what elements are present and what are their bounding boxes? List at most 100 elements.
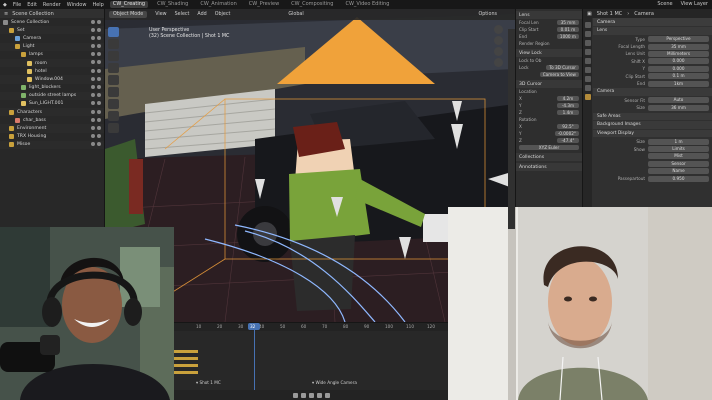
camera-view-icon[interactable]: [494, 47, 503, 56]
viewport-options-button[interactable]: Options: [478, 12, 497, 17]
lock-to-object-row[interactable]: Lock to Ob: [516, 57, 582, 64]
property-row[interactable]: Passepartout 0.950: [593, 175, 712, 182]
keyframe-track[interactable]: [174, 370, 448, 375]
rotate-tool-icon[interactable]: [108, 63, 119, 73]
zoom-icon[interactable]: [494, 25, 503, 34]
view-layer-tab-icon[interactable]: [584, 49, 591, 55]
eye-icon[interactable]: [91, 76, 95, 81]
camera-render-icon[interactable]: [97, 19, 101, 24]
add-menu[interactable]: Add: [197, 12, 206, 17]
camera-render-icon[interactable]: [97, 93, 101, 98]
menu-file[interactable]: File: [13, 2, 21, 8]
property-value[interactable]: 1km: [648, 80, 709, 87]
outliner-filter-icon[interactable]: ≡: [4, 11, 8, 17]
location-z-row[interactable]: Z 1.4m: [516, 109, 582, 116]
property-value[interactable]: Name: [648, 168, 709, 175]
eye-icon[interactable]: [91, 19, 95, 24]
frame-ruler[interactable]: 10 20 30 40 50 60 70 80 90 100 110 120: [174, 323, 448, 331]
timeline-editor[interactable]: 10 20 30 40 50 60 70 80 90 100 110 120 32 ▾ Shot 1 …: [174, 322, 448, 400]
eye-icon[interactable]: [91, 142, 95, 147]
workspace-tab-video-editing[interactable]: CW_Video Editing: [342, 1, 392, 8]
outliner-item[interactable]: hotel: [0, 67, 104, 75]
clip-start-row[interactable]: Clip Start 0.01 m: [516, 26, 582, 33]
scale-tool-icon[interactable]: [108, 75, 119, 85]
property-value[interactable]: Limits: [648, 146, 709, 153]
property-value[interactable]: 0.000: [648, 58, 709, 65]
select-tool-icon[interactable]: [108, 27, 119, 37]
eye-icon[interactable]: [91, 125, 95, 130]
camera-data-tab-icon[interactable]: [584, 94, 591, 100]
background-images-panel-header[interactable]: Background Images: [593, 121, 712, 129]
rotation-x-row[interactable]: X 92.5°: [516, 123, 582, 130]
outliner-item[interactable]: Light: [0, 42, 104, 51]
playhead[interactable]: [248, 323, 260, 400]
camera-render-icon[interactable]: [97, 35, 101, 40]
render-region-checkbox[interactable]: Render Region: [516, 40, 582, 47]
eye-icon[interactable]: [91, 109, 95, 114]
menu-render[interactable]: Render: [43, 2, 61, 8]
world-tab-icon[interactable]: [584, 67, 591, 73]
camera-render-icon[interactable]: [97, 52, 101, 57]
outliner-item[interactable]: char_bass: [0, 116, 104, 124]
workspace-tab-creating[interactable]: CW_Creating: [109, 1, 149, 8]
property-value[interactable]: Millimeters: [648, 50, 709, 57]
collections-section[interactable]: Collections: [516, 153, 582, 161]
outliner-item[interactable]: Scene Collection: [0, 18, 104, 26]
rotation-mode-dropdown[interactable]: XYZ Euler: [516, 144, 582, 151]
eye-icon[interactable]: [91, 52, 95, 57]
camera-render-icon[interactable]: [97, 125, 101, 130]
annotate-tool-icon[interactable]: [108, 99, 119, 109]
menu-help[interactable]: Help: [92, 2, 103, 8]
property-row[interactable]: Sensor: [593, 160, 712, 167]
camera-datablock-field[interactable]: Camera: [593, 18, 712, 26]
property-value[interactable]: Sensor: [648, 160, 709, 167]
property-value[interactable]: 0.1 m: [648, 73, 709, 80]
camera-render-icon[interactable]: [97, 60, 101, 65]
property-value[interactable]: 35 mm: [648, 43, 709, 50]
keyframe-track[interactable]: [174, 349, 448, 354]
eye-icon[interactable]: [91, 44, 95, 49]
pan-hand-icon[interactable]: [494, 36, 503, 45]
outliner-item[interactable]: light_blockers: [0, 84, 104, 92]
move-tool-icon[interactable]: [108, 51, 119, 61]
property-value[interactable]: 1 m: [648, 138, 709, 145]
annotations-section[interactable]: Annotations: [516, 163, 582, 171]
outliner-item[interactable]: Misoe: [0, 140, 104, 149]
sidebar-tabs[interactable]: [508, 29, 515, 229]
outliner-item[interactable]: Characters: [0, 108, 104, 117]
eye-icon[interactable]: [91, 68, 95, 73]
lock-to-cursor-row[interactable]: Lock To 3D Cursor: [516, 64, 582, 71]
camera-render-icon[interactable]: [97, 68, 101, 73]
select-menu[interactable]: Select: [175, 12, 190, 17]
property-row[interactable]: Mist: [593, 153, 712, 160]
timeline-marker-wide-angle[interactable]: ▾ Wide Angle Camera: [312, 380, 357, 385]
cursor-tool-icon[interactable]: [108, 39, 119, 49]
step-back-icon[interactable]: [300, 392, 306, 398]
property-row[interactable]: Type Perspective: [593, 36, 712, 43]
camera-render-icon[interactable]: [97, 142, 101, 147]
render-tab-icon[interactable]: [584, 31, 591, 37]
jump-end-icon[interactable]: [324, 392, 330, 398]
camera-render-icon[interactable]: [97, 27, 101, 32]
property-value[interactable]: 36 mm: [648, 104, 709, 111]
outliner-item[interactable]: lamps: [0, 51, 104, 59]
eye-icon[interactable]: [91, 93, 95, 98]
property-value[interactable]: 0.000: [648, 65, 709, 72]
play-icon[interactable]: [308, 392, 314, 398]
menu-edit[interactable]: Edit: [27, 2, 37, 8]
object-menu[interactable]: Object: [215, 12, 231, 17]
property-value[interactable]: Perspective: [648, 36, 709, 43]
viewport-display-panel-header[interactable]: Viewport Display: [593, 129, 712, 138]
property-value[interactable]: 0.950: [648, 175, 709, 182]
camera-render-icon[interactable]: [97, 117, 101, 122]
property-row[interactable]: Clip Start 0.1 m: [593, 72, 712, 80]
property-row[interactable]: Focal Length 35 mm: [593, 43, 712, 50]
grid-icon[interactable]: [494, 58, 503, 67]
3d-cursor-section[interactable]: 3D Cursor: [516, 80, 582, 88]
camera-render-icon[interactable]: [97, 109, 101, 114]
keyframe-track[interactable]: [174, 363, 448, 368]
menu-window[interactable]: Window: [67, 2, 87, 8]
lens-section[interactable]: Lens: [516, 11, 582, 19]
property-row[interactable]: Name: [593, 168, 712, 175]
lens-panel-header[interactable]: Lens: [593, 27, 712, 35]
